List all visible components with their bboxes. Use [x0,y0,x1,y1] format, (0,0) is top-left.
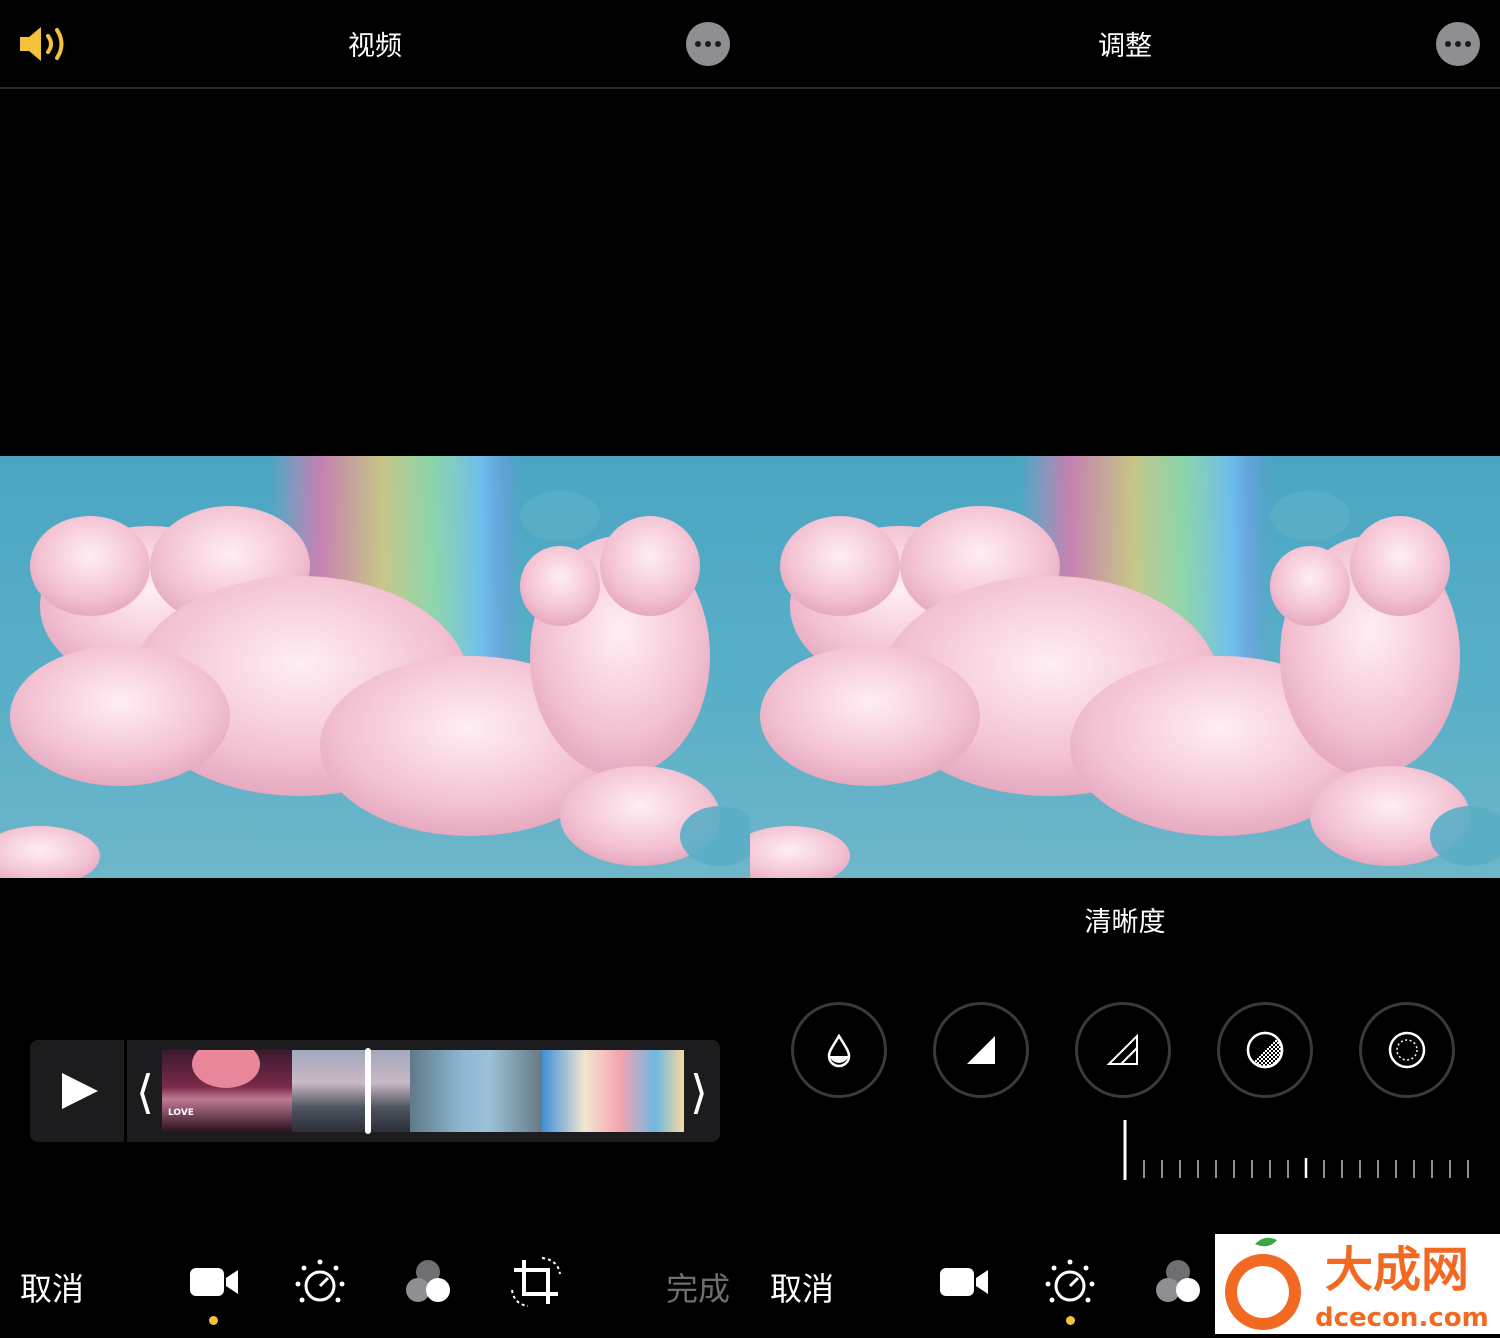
page-title: 调整 [1098,31,1152,62]
video-timeline[interactable]: ⟨ LOVE ⟩ [30,1040,720,1142]
page-title: 视频 [348,31,402,62]
contrast-button[interactable] [933,1002,1029,1098]
cancel-button[interactable]: 取消 [20,1264,84,1310]
watermark-brand: 大成网 [1325,1242,1469,1298]
clip-thumbnail: LOVE [162,1050,292,1132]
adjust-editor-panel: 调整 清晰度 取消 [750,0,1500,1334]
cloud-image [0,456,750,878]
ellipsis-icon [1445,41,1451,47]
filters-icon[interactable] [400,1254,456,1310]
watermark: 大成网 dcecon.com [1215,1234,1500,1334]
play-button[interactable] [30,1040,127,1142]
active-indicator [1066,1316,1075,1325]
video-icon[interactable] [186,1254,242,1310]
ellipsis-icon [695,41,701,47]
highlights-button[interactable] [1075,1002,1171,1098]
clip-thumbnail [410,1050,542,1132]
adjustment-name: 清晰度 [1084,907,1166,938]
brilliance-button[interactable] [791,1002,887,1098]
clip-thumbnail [542,1050,684,1132]
video-icon[interactable] [936,1254,992,1310]
black-point-button[interactable] [1217,1002,1313,1098]
adjust-dial-icon[interactable] [1042,1254,1098,1310]
clip-thumbnail [292,1050,410,1132]
adjustment-slider[interactable] [1122,1118,1472,1182]
solid-triangle-icon [967,1036,995,1064]
active-indicator [209,1316,218,1325]
adjust-dial-icon[interactable] [292,1254,348,1310]
cancel-button[interactable]: 取消 [770,1264,834,1310]
trim-start-handle[interactable]: ⟨ [136,1065,154,1119]
vignette-icon [1388,1031,1426,1069]
crop-rotate-icon[interactable] [508,1254,564,1310]
filmstrip[interactable]: LOVE [162,1050,684,1132]
filters-icon[interactable] [1150,1254,1206,1310]
header: 调整 [750,0,1500,89]
vignette-button[interactable] [1359,1002,1455,1098]
more-options-button[interactable] [1436,22,1480,66]
header: 视频 [0,0,750,89]
black-point-icon [1246,1031,1284,1069]
trim-end-handle[interactable]: ⟩ [690,1065,708,1119]
outline-triangle-icon [1106,1033,1138,1065]
video-editor-panel: 视频 ⟨ LOVE ⟩ 取消 完成 [0,0,750,1334]
bottom-toolbar: 取消 完成 [0,1250,750,1334]
video-preview[interactable] [0,456,750,878]
video-preview[interactable] [750,456,1500,878]
watermark-logo: 大成网 dcecon.com [1225,1237,1489,1333]
watermark-domain: dcecon.com [1315,1303,1489,1333]
drop-icon [827,1033,851,1068]
more-options-button[interactable] [686,22,730,66]
playhead[interactable] [365,1048,371,1134]
cloud-image [750,456,1500,878]
done-button[interactable]: 完成 [666,1264,730,1310]
